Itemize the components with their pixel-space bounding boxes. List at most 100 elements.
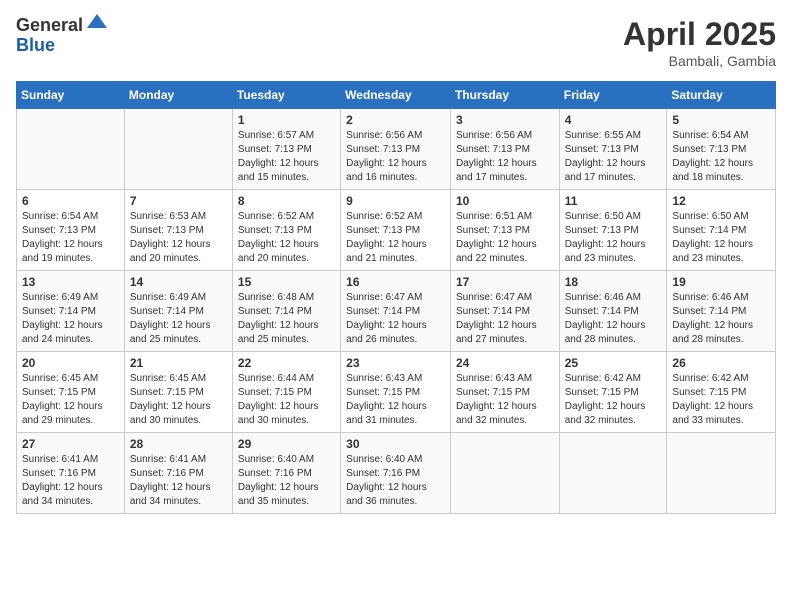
- empty-cell: [17, 109, 125, 190]
- calendar-week-row: 6 Sunrise: 6:54 AM Sunset: 7:13 PM Daylig…: [17, 190, 776, 271]
- weekday-header-wednesday: Wednesday: [341, 82, 451, 109]
- day-info: Sunrise: 6:50 AM Sunset: 7:14 PM Dayligh…: [672, 210, 770, 266]
- calendar-day-cell: 16 Sunrise: 6:47 AM Sunset: 7:14 PM Dayli…: [341, 271, 451, 352]
- day-number: 2: [346, 113, 445, 127]
- day-info: Sunrise: 6:44 AM Sunset: 7:15 PM Dayligh…: [238, 372, 335, 428]
- calendar-day-cell: 3 Sunrise: 6:56 AM Sunset: 7:13 PM Daylig…: [450, 109, 559, 190]
- weekday-header-sunday: Sunday: [17, 82, 125, 109]
- day-number: 30: [346, 437, 445, 451]
- day-info: Sunrise: 6:46 AM Sunset: 7:14 PM Dayligh…: [565, 291, 662, 347]
- empty-cell: [559, 433, 667, 514]
- page-header: General Blue April 2025 Bambali, Gambia: [16, 16, 776, 69]
- calendar-day-cell: 6 Sunrise: 6:54 AM Sunset: 7:13 PM Daylig…: [17, 190, 125, 271]
- calendar-title: April 2025: [623, 16, 776, 53]
- day-number: 21: [130, 356, 227, 370]
- day-info: Sunrise: 6:49 AM Sunset: 7:14 PM Dayligh…: [130, 291, 227, 347]
- calendar-week-row: 27 Sunrise: 6:41 AM Sunset: 7:16 PM Dayli…: [17, 433, 776, 514]
- title-block: April 2025 Bambali, Gambia: [623, 16, 776, 69]
- calendar-week-row: 1 Sunrise: 6:57 AM Sunset: 7:13 PM Daylig…: [17, 109, 776, 190]
- calendar-day-cell: 23 Sunrise: 6:43 AM Sunset: 7:15 PM Dayli…: [341, 352, 451, 433]
- day-number: 10: [456, 194, 554, 208]
- day-number: 3: [456, 113, 554, 127]
- calendar-day-cell: 26Sunrise: 6:42 AM Sunset: 7:15 PM Dayli…: [667, 352, 776, 433]
- day-info: Sunrise: 6:43 AM Sunset: 7:15 PM Dayligh…: [456, 372, 554, 428]
- calendar-day-cell: 27 Sunrise: 6:41 AM Sunset: 7:16 PM Dayli…: [17, 433, 125, 514]
- day-info: Sunrise: 6:56 AM Sunset: 7:13 PM Dayligh…: [456, 129, 554, 185]
- calendar-day-cell: 8 Sunrise: 6:52 AM Sunset: 7:13 PM Daylig…: [232, 190, 340, 271]
- day-number: 9: [346, 194, 445, 208]
- day-number: 27: [22, 437, 119, 451]
- day-number: 26: [672, 356, 770, 370]
- weekday-header-saturday: Saturday: [667, 82, 776, 109]
- day-number: 20: [22, 356, 119, 370]
- day-info: Sunrise: 6:42 AM Sunset: 7:15 PM Dayligh…: [565, 372, 662, 428]
- day-number: 22: [238, 356, 335, 370]
- calendar-day-cell: 12 Sunrise: 6:50 AM Sunset: 7:14 PM Dayli…: [667, 190, 776, 271]
- day-info: Sunrise: 6:41 AM Sunset: 7:16 PM Dayligh…: [22, 453, 119, 509]
- day-number: 18: [565, 275, 662, 289]
- day-info: Sunrise: 6:53 AM Sunset: 7:13 PM Dayligh…: [130, 210, 227, 266]
- day-info: Sunrise: 6:50 AM Sunset: 7:13 PM Dayligh…: [565, 210, 662, 266]
- calendar-day-cell: 5Sunrise: 6:54 AM Sunset: 7:13 PM Daylig…: [667, 109, 776, 190]
- calendar-day-cell: 18 Sunrise: 6:46 AM Sunset: 7:14 PM Dayli…: [559, 271, 667, 352]
- calendar-day-cell: 4 Sunrise: 6:55 AM Sunset: 7:13 PM Daylig…: [559, 109, 667, 190]
- day-number: 5: [672, 113, 770, 127]
- day-number: 25: [565, 356, 662, 370]
- day-info: Sunrise: 6:54 AM Sunset: 7:13 PM Dayligh…: [22, 210, 119, 266]
- calendar-day-cell: 11 Sunrise: 6:50 AM Sunset: 7:13 PM Dayli…: [559, 190, 667, 271]
- day-number: 29: [238, 437, 335, 451]
- empty-cell: [450, 433, 559, 514]
- calendar-table: SundayMondayTuesdayWednesdayThursdayFrid…: [16, 81, 776, 514]
- calendar-week-row: 20 Sunrise: 6:45 AM Sunset: 7:15 PM Dayli…: [17, 352, 776, 433]
- logo-icon: [85, 10, 109, 34]
- logo-blue-text: Blue: [16, 36, 109, 56]
- calendar-day-cell: 9 Sunrise: 6:52 AM Sunset: 7:13 PM Daylig…: [341, 190, 451, 271]
- day-number: 1: [238, 113, 335, 127]
- day-number: 14: [130, 275, 227, 289]
- empty-cell: [667, 433, 776, 514]
- day-info: Sunrise: 6:55 AM Sunset: 7:13 PM Dayligh…: [565, 129, 662, 185]
- day-number: 11: [565, 194, 662, 208]
- day-number: 23: [346, 356, 445, 370]
- calendar-day-cell: 20 Sunrise: 6:45 AM Sunset: 7:15 PM Dayli…: [17, 352, 125, 433]
- day-number: 15: [238, 275, 335, 289]
- weekday-header-friday: Friday: [559, 82, 667, 109]
- logo-general-text: General: [16, 16, 83, 36]
- day-info: Sunrise: 6:47 AM Sunset: 7:14 PM Dayligh…: [456, 291, 554, 347]
- calendar-day-cell: 1 Sunrise: 6:57 AM Sunset: 7:13 PM Daylig…: [232, 109, 340, 190]
- day-number: 4: [565, 113, 662, 127]
- day-info: Sunrise: 6:57 AM Sunset: 7:13 PM Dayligh…: [238, 129, 335, 185]
- day-info: Sunrise: 6:56 AM Sunset: 7:13 PM Dayligh…: [346, 129, 445, 185]
- calendar-day-cell: 15 Sunrise: 6:48 AM Sunset: 7:14 PM Dayli…: [232, 271, 340, 352]
- day-info: Sunrise: 6:47 AM Sunset: 7:14 PM Dayligh…: [346, 291, 445, 347]
- day-number: 28: [130, 437, 227, 451]
- day-info: Sunrise: 6:52 AM Sunset: 7:13 PM Dayligh…: [346, 210, 445, 266]
- day-number: 24: [456, 356, 554, 370]
- day-info: Sunrise: 6:45 AM Sunset: 7:15 PM Dayligh…: [130, 372, 227, 428]
- day-info: Sunrise: 6:48 AM Sunset: 7:14 PM Dayligh…: [238, 291, 335, 347]
- weekday-header-monday: Monday: [124, 82, 232, 109]
- day-number: 8: [238, 194, 335, 208]
- day-info: Sunrise: 6:43 AM Sunset: 7:15 PM Dayligh…: [346, 372, 445, 428]
- weekday-header-thursday: Thursday: [450, 82, 559, 109]
- day-info: Sunrise: 6:46 AM Sunset: 7:14 PM Dayligh…: [672, 291, 770, 347]
- day-info: Sunrise: 6:45 AM Sunset: 7:15 PM Dayligh…: [22, 372, 119, 428]
- day-number: 19: [672, 275, 770, 289]
- calendar-day-cell: 21 Sunrise: 6:45 AM Sunset: 7:15 PM Dayli…: [124, 352, 232, 433]
- calendar-day-cell: 28 Sunrise: 6:41 AM Sunset: 7:16 PM Dayli…: [124, 433, 232, 514]
- calendar-day-cell: 24 Sunrise: 6:43 AM Sunset: 7:15 PM Dayli…: [450, 352, 559, 433]
- day-info: Sunrise: 6:41 AM Sunset: 7:16 PM Dayligh…: [130, 453, 227, 509]
- day-number: 6: [22, 194, 119, 208]
- day-info: Sunrise: 6:49 AM Sunset: 7:14 PM Dayligh…: [22, 291, 119, 347]
- day-number: 16: [346, 275, 445, 289]
- day-info: Sunrise: 6:40 AM Sunset: 7:16 PM Dayligh…: [346, 453, 445, 509]
- calendar-day-cell: 17Sunrise: 6:47 AM Sunset: 7:14 PM Dayli…: [450, 271, 559, 352]
- weekday-header-tuesday: Tuesday: [232, 82, 340, 109]
- calendar-day-cell: 19 Sunrise: 6:46 AM Sunset: 7:14 PM Dayli…: [667, 271, 776, 352]
- day-info: Sunrise: 6:52 AM Sunset: 7:13 PM Dayligh…: [238, 210, 335, 266]
- calendar-day-cell: 30 Sunrise: 6:40 AM Sunset: 7:16 PM Dayli…: [341, 433, 451, 514]
- calendar-day-cell: 25 Sunrise: 6:42 AM Sunset: 7:15 PM Dayli…: [559, 352, 667, 433]
- calendar-week-row: 13Sunrise: 6:49 AM Sunset: 7:14 PM Dayli…: [17, 271, 776, 352]
- day-number: 12: [672, 194, 770, 208]
- calendar-day-cell: 14 Sunrise: 6:49 AM Sunset: 7:14 PM Dayli…: [124, 271, 232, 352]
